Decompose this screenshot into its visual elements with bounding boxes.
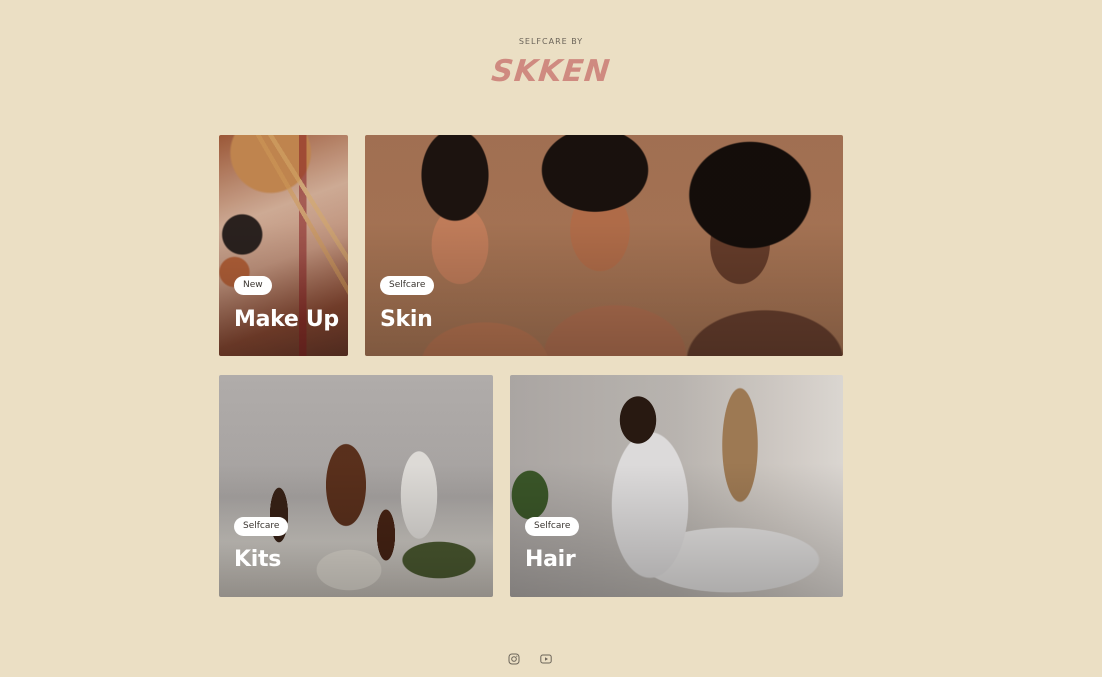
category-card-make-up[interactable]: New Make Up [219, 135, 348, 356]
card-title: Kits [234, 547, 282, 572]
tagline: SELFCARE BY [518, 37, 584, 46]
new-badge: New [234, 276, 272, 295]
selfcare-badge: Selfcare [380, 276, 435, 295]
category-card-hair[interactable]: Selfcare Hair [510, 375, 843, 597]
youtube-icon[interactable] [540, 652, 552, 664]
brand-logo[interactable]: SKKEN [0, 54, 1102, 89]
category-card-kits[interactable]: Selfcare Kits [219, 375, 493, 597]
card-title: Make Up [234, 307, 339, 332]
selfcare-badge: Selfcare [525, 517, 580, 536]
selfcare-badge: Selfcare [234, 517, 289, 536]
card-overlay [365, 135, 843, 356]
instagram-icon[interactable] [508, 652, 520, 665]
card-title: Hair [525, 547, 576, 572]
category-card-skin[interactable]: Selfcare Skin [365, 135, 843, 356]
card-title: Skin [380, 307, 433, 332]
